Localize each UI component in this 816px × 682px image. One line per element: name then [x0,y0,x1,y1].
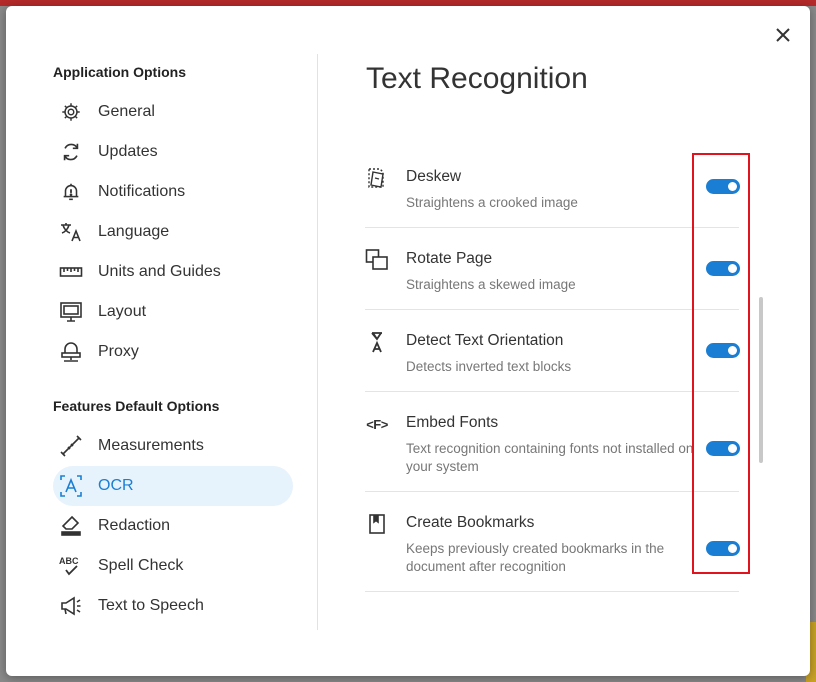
sidebar-item-label: OCR [98,477,134,494]
translate-icon [59,220,83,244]
proxy-icon [59,340,83,364]
deskew-icon [365,166,389,190]
option-description: Straightens a skewed image [406,277,576,292]
sidebar-item-label: Text to Speech [98,597,204,614]
sidebar-item-label: Units and Guides [98,263,221,280]
sidebar-item-label: Updates [98,143,158,160]
option-title: Detect Text Orientation [406,332,564,349]
content-scrollbar[interactable] [759,297,763,463]
spell-check-icon: ABC [59,554,83,578]
sidebar-item-ocr[interactable]: OCR [53,466,293,506]
sidebar-item-spell-check[interactable]: ABC Spell Check [53,546,293,586]
sidebar-item-label: Proxy [98,343,139,360]
option-title: Deskew [406,168,462,185]
refresh-icon [59,140,83,164]
close-button[interactable] [772,24,794,46]
ruler-icon [59,260,83,284]
sidebar-divider [317,54,318,630]
sidebar-item-text-to-speech[interactable]: Text to Speech [53,586,293,626]
option-description: Detects inverted text blocks [406,359,572,374]
option-row-create-bookmarks: Create Bookmarks Keeps previously create… [365,500,740,592]
rotate-page-icon [365,248,389,272]
option-title: Rotate Page [406,250,493,267]
option-row-detect-text-orientation: Detect Text Orientation Detects inverted… [365,318,740,392]
sidebar-item-label: Layout [98,303,147,320]
sidebar-item-label: Notifications [98,183,186,200]
option-title: Embed Fonts [406,414,499,431]
embed-fonts-icon: <F> [365,412,389,436]
option-title: Create Bookmarks [406,514,535,531]
sidebar-item-label: General [98,103,155,120]
option-row-embed-fonts: <F> Embed Fonts Text recognition contain… [365,400,740,492]
sidebar-item-language[interactable]: Language [53,212,293,252]
sidebar-item-label: Spell Check [98,557,184,574]
sidebar-item-label: Measurements [98,437,204,454]
option-row-deskew: Deskew Straightens a crooked image [365,154,740,228]
option-row-rotate-page: Rotate Page Straightens a skewed image [365,236,740,310]
option-description: Keeps previously created bookmarks in th… [406,541,665,574]
sidebar-item-updates[interactable]: Updates [53,132,293,172]
megaphone-icon [59,594,83,618]
section-title-application-options: Application Options [53,64,186,80]
option-description: Straightens a crooked image [406,195,578,210]
sidebar-item-notifications[interactable]: Notifications [53,172,293,212]
sidebar-item-label: Redaction [98,517,171,534]
sidebar-item-label: Language [98,223,170,240]
toggle-highlight-box [692,153,750,574]
sidebar-item-measurements[interactable]: Measurements [53,426,293,466]
sidebar-item-general[interactable]: General [53,92,293,132]
option-description: Text recognition containing fonts not in… [406,441,694,474]
sidebar-item-layout[interactable]: Layout [53,292,293,332]
section-title-features-default-options: Features Default Options [53,398,220,414]
close-icon [776,28,790,42]
ocr-icon [59,474,83,498]
embed-fonts-glyph: <F> [366,416,388,432]
bell-alert-icon [59,180,83,204]
sidebar-item-proxy[interactable]: Proxy [53,332,293,372]
svg-text:ABC: ABC [59,556,79,566]
page-title: Text Recognition [366,62,588,95]
measure-icon [59,434,83,458]
eraser-icon [59,514,83,538]
layout-icon [59,300,83,324]
bookmark-icon [365,512,389,536]
sidebar-item-units-and-guides[interactable]: Units and Guides [53,252,293,292]
gear-icon [59,100,83,124]
settings-dialog: Application Options General Updates Noti… [6,6,810,676]
text-orientation-icon [365,330,389,354]
sidebar-item-redaction[interactable]: Redaction [53,506,293,546]
